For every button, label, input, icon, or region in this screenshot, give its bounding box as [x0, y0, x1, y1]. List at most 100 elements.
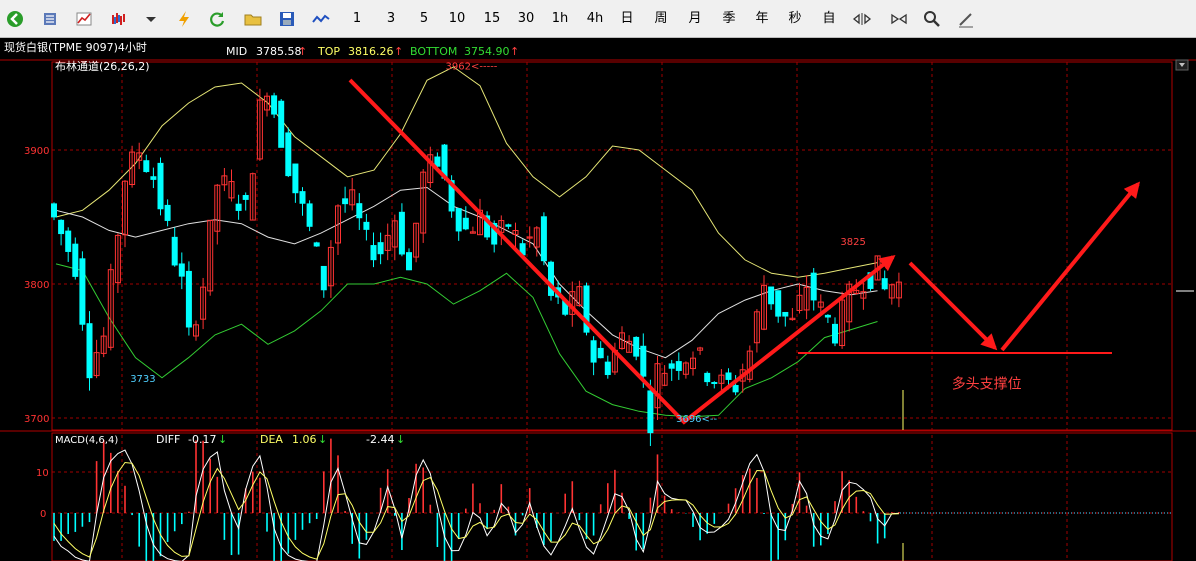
candle-body: [505, 224, 512, 227]
candle-body: [640, 345, 647, 377]
hist-arrow: ↓: [396, 433, 405, 446]
candle-body: [185, 270, 192, 328]
folder-icon[interactable]: [242, 8, 264, 30]
candle-body: [72, 243, 79, 277]
candle-body: [342, 198, 349, 205]
candle-body: [590, 340, 597, 363]
dea-arrow: ↓: [318, 433, 327, 446]
candle-body: [597, 347, 604, 359]
projection-up-arrow: [1000, 181, 1141, 352]
candle-body: [370, 245, 377, 261]
chart-grid: 3700 3800 3900: [0, 59, 1196, 561]
macd-tick-label: 10: [36, 468, 49, 479]
dropdown-arrow-icon[interactable]: [140, 8, 162, 30]
dea-label: DEA: [260, 433, 283, 446]
candle-body: [377, 242, 384, 255]
candle-body: [320, 265, 327, 291]
macd-dea-line: [53, 461, 899, 560]
bar-chart-icon[interactable]: [107, 8, 129, 30]
macd-tick-label: 0: [40, 509, 46, 520]
back-icon[interactable]: [4, 8, 26, 30]
candle-body: [235, 203, 242, 211]
candle-body: [775, 290, 782, 317]
main-frame: [51, 61, 1173, 431]
save-icon[interactable]: [276, 8, 298, 30]
price-annotation: 3733: [130, 374, 155, 385]
candle-body: [164, 204, 171, 221]
hist-value: -2.44: [366, 433, 394, 446]
chart-area: 3700 3800 3900 3962<----- 3733 3696<-- 3825 多头…: [0, 40, 1196, 561]
period-button[interactable]: 年: [751, 7, 773, 31]
line-chart-icon[interactable]: [73, 8, 95, 30]
candle-body: [178, 263, 185, 277]
wave-icon[interactable]: [310, 8, 332, 30]
top-value: 3816.26: [348, 45, 394, 58]
refresh-icon[interactable]: [206, 8, 228, 30]
candle-body: [242, 195, 249, 200]
diff-value: -0.17: [188, 433, 216, 446]
zoom-in-icon[interactable]: [888, 8, 910, 30]
period-button[interactable]: 5: [413, 7, 435, 31]
period-button[interactable]: 1h: [549, 7, 571, 31]
candle-body: [171, 236, 178, 266]
candle-body: [58, 219, 65, 235]
period-button[interactable]: 10: [446, 7, 468, 31]
projection-down-arrow: [908, 261, 998, 351]
mid-label: MID: [226, 45, 247, 58]
period-button[interactable]: 季: [718, 7, 740, 31]
candle-body: [398, 211, 405, 255]
macd-panel: 0 10: [36, 438, 1172, 561]
diff-label: DIFF: [156, 433, 180, 446]
candle-body: [824, 314, 831, 318]
candle-body: [782, 311, 789, 317]
candle-body: [732, 385, 739, 393]
diff-arrow: ↓: [218, 433, 227, 446]
macd-diff-line: [53, 449, 899, 561]
candle-body: [143, 160, 150, 173]
period-button[interactable]: 月: [684, 7, 706, 31]
chart-labels: 现货白银(TPME 9097)4小时 MID 3785.58 ↑ TOP 381…: [4, 40, 519, 446]
y-tick-label: 3900: [24, 146, 49, 157]
candle-body: [668, 363, 675, 369]
candle-body: [271, 95, 278, 115]
candle-body: [881, 278, 888, 290]
period-button[interactable]: 1: [346, 7, 368, 31]
period-button[interactable]: 自: [818, 7, 840, 31]
period-button[interactable]: 4h: [584, 7, 606, 31]
candle-body: [725, 372, 732, 380]
candle-body: [647, 390, 654, 434]
symbol-title: 现货白银(TPME 9097)4小时: [4, 40, 147, 54]
y-tick-label: 3800: [24, 280, 49, 291]
bottom-value: 3754.90: [464, 45, 510, 58]
candle-body: [313, 242, 320, 247]
period-button[interactable]: 15: [481, 7, 503, 31]
candle-body: [285, 132, 292, 177]
candle-body: [157, 162, 164, 210]
lightning-icon[interactable]: [173, 8, 195, 30]
period-button[interactable]: 秒: [784, 7, 806, 31]
candle-body: [711, 382, 718, 385]
period-button[interactable]: 周: [650, 7, 672, 31]
candle-body: [150, 176, 157, 180]
period-button[interactable]: 日: [616, 7, 638, 31]
toolbar: 1 3 5 10 15 30 1h 4h 日周月季年秒自: [0, 0, 1196, 38]
dea-value: 1.06: [292, 433, 317, 446]
candle-body: [86, 323, 93, 379]
candle-body: [434, 156, 441, 167]
list-icon[interactable]: [39, 8, 61, 30]
bollinger-upper-band: [55, 66, 878, 278]
candle-body: [462, 217, 469, 230]
candle-body: [292, 163, 299, 194]
mid-arrow: ↑: [298, 45, 307, 58]
candle-body: [832, 323, 838, 344]
candle-body: [675, 361, 682, 371]
price-annotation: 3962<-----: [446, 62, 498, 73]
draw-icon[interactable]: [955, 8, 977, 30]
period-button[interactable]: 30: [515, 7, 537, 31]
top-arrow: ↑: [394, 45, 403, 58]
candle-body: [540, 216, 547, 262]
candle-body: [299, 191, 306, 204]
search-icon[interactable]: [921, 8, 943, 30]
zoom-out-icon[interactable]: [851, 8, 873, 30]
period-button[interactable]: 3: [380, 7, 402, 31]
